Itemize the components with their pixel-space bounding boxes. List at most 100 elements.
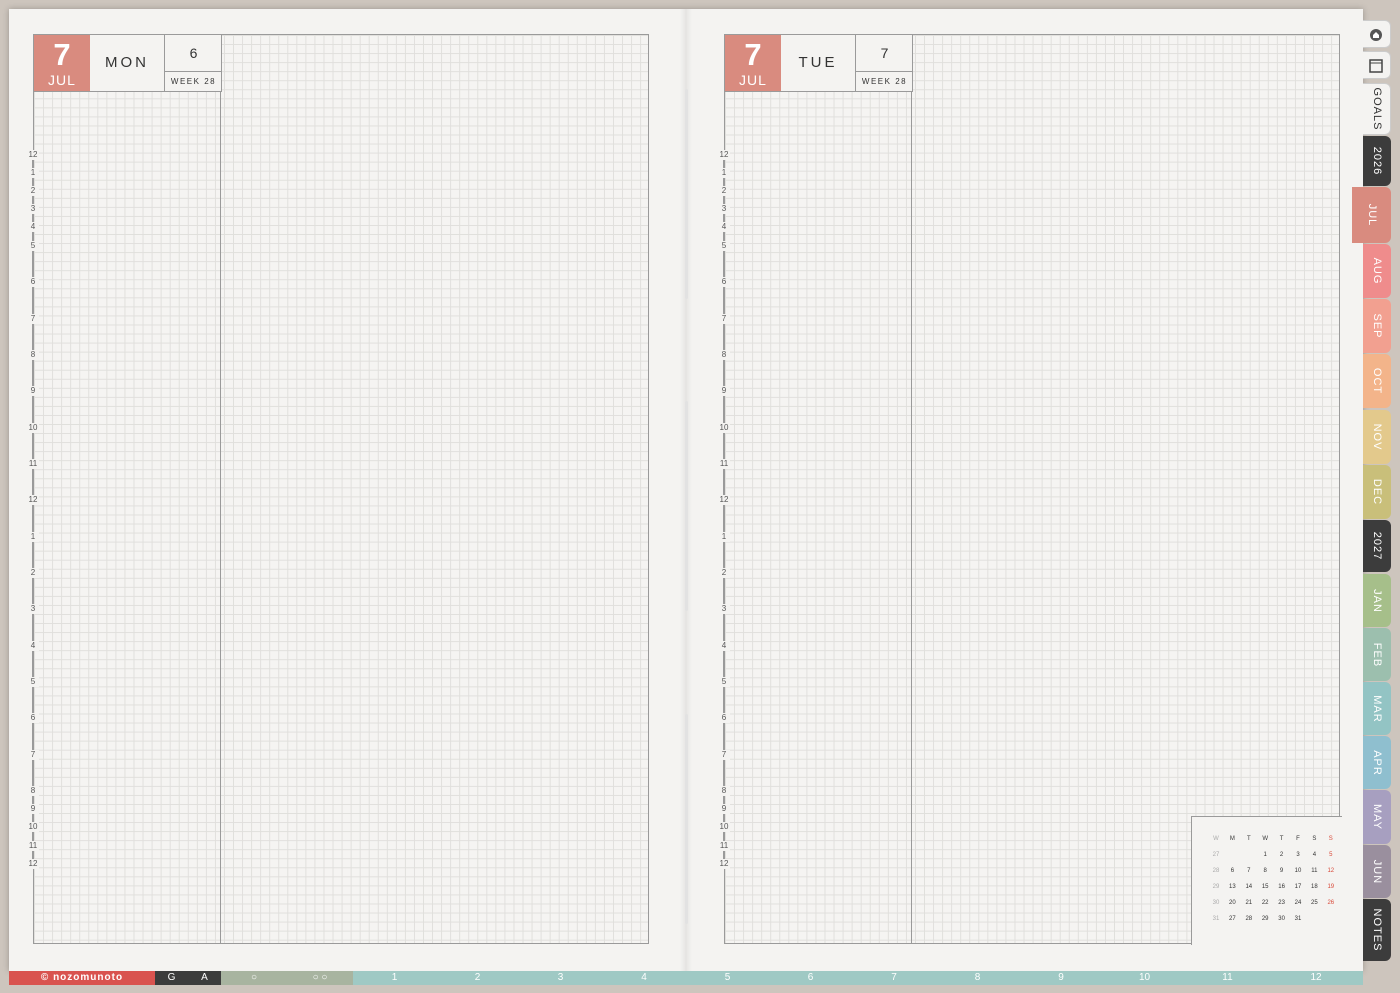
bottom-tab-7[interactable]: 4 <box>602 971 686 985</box>
hour-label: 3 <box>718 204 730 214</box>
bottom-tab-6[interactable]: 3 <box>519 971 602 985</box>
bottom-tab-10[interactable]: 7 <box>852 971 936 985</box>
mini-calendar-cell[interactable]: 23 <box>1274 895 1290 911</box>
mini-calendar-cell[interactable]: 22 <box>1257 895 1273 911</box>
hour-label: 8 <box>718 786 730 796</box>
hour-label: 12 <box>718 150 730 160</box>
mini-calendar-cell[interactable]: 13 <box>1224 879 1240 895</box>
tab-label: SEP <box>1371 313 1383 339</box>
mini-calendar-cell[interactable]: 1 <box>1257 847 1273 863</box>
hour-label: 10 <box>27 423 39 433</box>
bottom-tab-12[interactable]: 9 <box>1019 971 1103 985</box>
mini-calendar-cell[interactable]: 26 <box>1323 895 1339 911</box>
bottom-tab-3[interactable]: ○ ○ <box>287 971 353 985</box>
mini-calendar-cell[interactable]: 30 <box>1274 911 1290 927</box>
mini-calendar-cell[interactable]: 8 <box>1257 863 1273 879</box>
mini-calendar-cell[interactable]: 14 <box>1241 879 1257 895</box>
mini-calendar-cell[interactable]: 16 <box>1274 879 1290 895</box>
left-week-label: WEEK 28 <box>170 77 217 86</box>
hour-label: 1 <box>27 168 39 178</box>
tab-label: AUG <box>1371 257 1383 285</box>
tab-goals[interactable]: GOALS <box>1363 83 1391 135</box>
mini-calendar-cell[interactable]: 4 <box>1306 847 1322 863</box>
tab-mar[interactable]: MAR <box>1363 682 1391 735</box>
tab-2027[interactable]: 2027 <box>1363 520 1391 572</box>
hour-label: 12 <box>718 495 730 505</box>
mini-calendar-cell[interactable]: 2 <box>1274 847 1290 863</box>
left-grid[interactable]: 7 JUL MON 6 WEEK 28 <box>33 34 649 944</box>
mini-calendar-cell[interactable]: 20 <box>1224 895 1240 911</box>
mini-calendar-cell[interactable]: 7 <box>1241 863 1257 879</box>
mini-calendar-cell: T <box>1246 836 1251 842</box>
tab-notes[interactable]: NOTES <box>1363 899 1391 961</box>
tab-dec[interactable]: DEC <box>1363 465 1391 519</box>
mini-calendar-cell[interactable]: 28 <box>1241 911 1257 927</box>
tab-jul[interactable]: JUL <box>1352 187 1391 243</box>
tab-apr[interactable]: APR <box>1363 736 1391 789</box>
hour-label: 5 <box>27 241 39 251</box>
bottom-tab-11[interactable]: 8 <box>936 971 1019 985</box>
home-tab[interactable] <box>1363 20 1391 48</box>
hour-label: 7 <box>27 750 39 760</box>
bottom-tab-5[interactable]: 2 <box>436 971 519 985</box>
left-date-header: 7 JUL MON 6 WEEK 28 <box>34 35 222 92</box>
left-date-number: 7 <box>53 37 71 72</box>
hour-label: 11 <box>718 841 730 851</box>
mini-calendar-cell: M <box>1229 836 1235 842</box>
mini-calendar-cell[interactable]: 15 <box>1257 879 1273 895</box>
hour-label: 5 <box>718 677 730 687</box>
tab-nov[interactable]: NOV <box>1363 410 1391 464</box>
index-tab[interactable] <box>1363 51 1391 79</box>
tab-aug[interactable]: AUG <box>1363 244 1391 298</box>
mini-calendar-cell[interactable]: 3 <box>1290 847 1306 863</box>
mini-calendar-cell[interactable]: 29 <box>1257 911 1273 927</box>
mini-calendar-cell[interactable]: 31 <box>1290 911 1306 927</box>
mini-calendar-cell[interactable]: 10 <box>1290 863 1306 879</box>
bottom-tab-2[interactable]: ○ <box>221 971 287 985</box>
bottom-tab-15[interactable]: 12 <box>1269 971 1363 985</box>
bottom-tab-9[interactable]: 6 <box>769 971 852 985</box>
mini-calendar-cell[interactable]: 27 <box>1224 911 1240 927</box>
hour-label: 7 <box>718 314 730 324</box>
hour-label: 7 <box>718 750 730 760</box>
tab-2026[interactable]: 2026 <box>1363 136 1391 186</box>
bottom-tab-14[interactable]: 11 <box>1186 971 1269 985</box>
mini-calendar-cell[interactable]: 17 <box>1290 879 1306 895</box>
mini-calendar-cell[interactable]: 18 <box>1306 879 1322 895</box>
mini-calendar-cell[interactable]: 9 <box>1274 863 1290 879</box>
hour-label: 6 <box>27 713 39 723</box>
bottom-tab-4[interactable]: 1 <box>353 971 436 985</box>
mini-calendar-cell: S <box>1328 836 1333 842</box>
hour-label: 5 <box>718 241 730 251</box>
tab-sep[interactable]: SEP <box>1363 299 1391 353</box>
tab-oct[interactable]: OCT <box>1363 354 1391 408</box>
right-grid[interactable]: 7 JUL TUE 7 WEEK 28 W M T W T F S S 27 1 2 3 4 5 28 6 7 8… <box>724 34 1342 945</box>
right-timeline: 12 1 2 3 4 5 6 7 8 9 10 11 12 1 2 3 4 5 6 7 8 9 10 11 12 <box>718 150 730 874</box>
mini-calendar-cell[interactable]: 11 <box>1306 863 1322 879</box>
brand-tab[interactable]: © nozomunoto <box>9 971 155 985</box>
hour-label: 4 <box>718 641 730 651</box>
tab-label: NOTES <box>1371 908 1383 952</box>
tab-feb[interactable]: FEB <box>1363 628 1391 681</box>
right-date-month: JUL <box>739 72 767 88</box>
mini-calendar-cell[interactable]: 24 <box>1290 895 1306 911</box>
mini-calendar-cell[interactable]: 6 <box>1224 863 1240 879</box>
tab-may[interactable]: MAY <box>1363 790 1391 844</box>
mini-calendar-cell[interactable]: 25 <box>1306 895 1322 911</box>
tab-label: APR <box>1371 749 1383 776</box>
tab-jan[interactable]: JAN <box>1363 574 1391 627</box>
mini-calendar-cell[interactable]: 19 <box>1323 879 1339 895</box>
mini-calendar-cell: W <box>1213 836 1219 842</box>
home-icon <box>1370 29 1382 41</box>
mini-calendar-week: 31 27 28 29 30 31 <box>1212 911 1338 927</box>
tab-jun[interactable]: JUN <box>1363 845 1391 898</box>
bottom-tab-1[interactable]: A <box>188 971 221 985</box>
bottom-tab-13[interactable]: 10 <box>1103 971 1186 985</box>
mini-calendar-cell[interactable]: 21 <box>1241 895 1257 911</box>
mini-calendar-cell[interactable]: 12 <box>1323 863 1339 879</box>
bottom-tab-0[interactable]: G <box>155 971 188 985</box>
mini-calendar-cell: 31 <box>1212 916 1220 922</box>
bottom-tab-8[interactable]: 5 <box>686 971 769 985</box>
mini-calendar-week: 27 1 2 3 4 5 <box>1212 847 1338 863</box>
mini-calendar-cell[interactable]: 5 <box>1323 847 1339 863</box>
